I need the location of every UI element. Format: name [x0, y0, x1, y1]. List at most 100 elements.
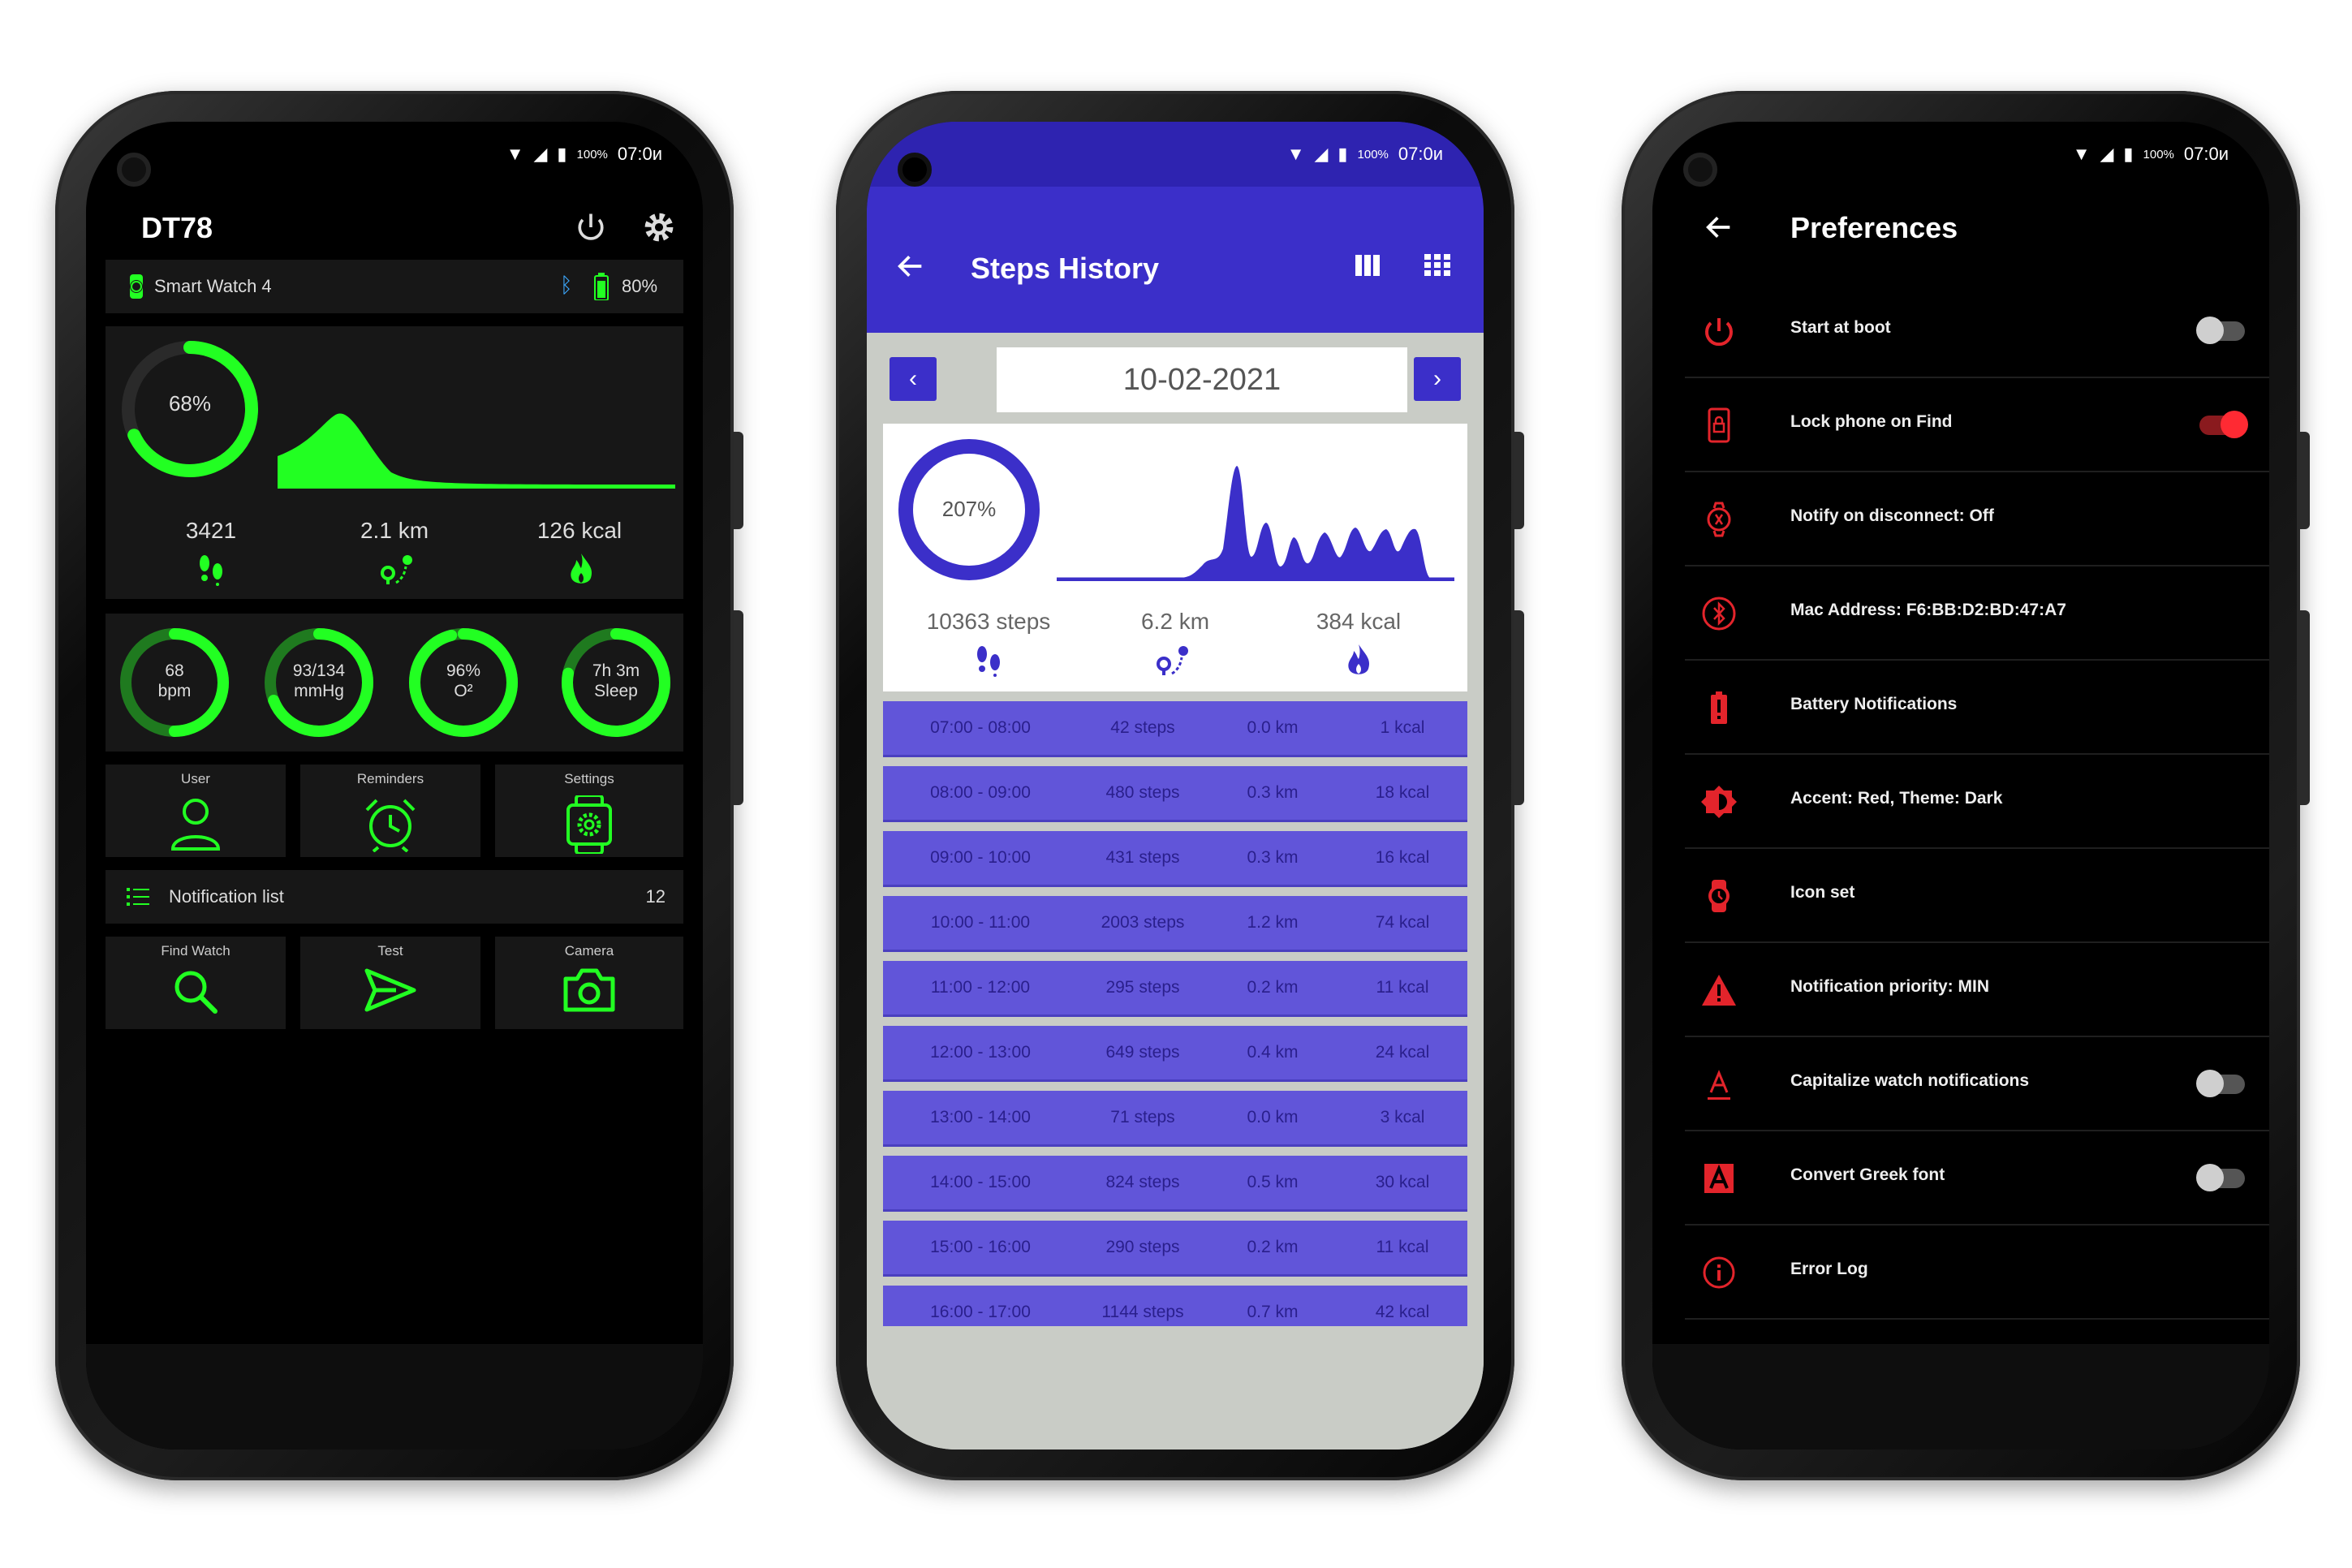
search-icon: [174, 971, 218, 1014]
preference-item-font[interactable]: Convert Greek font: [1685, 1131, 2269, 1226]
row-distance: 0.3 km: [1247, 783, 1299, 802]
row-time: 14:00 - 15:00: [930, 1173, 1031, 1191]
preference-label: Battery Notifications: [1790, 695, 1958, 713]
watch-icon: [130, 274, 143, 299]
lock-phone-icon: [1708, 407, 1730, 443]
table-row[interactable]: 13:00 - 14:00 71 steps 0.0 km 3 kcal: [883, 1091, 1467, 1144]
find-watch-tile-label: Find Watch: [161, 943, 230, 958]
table-row[interactable]: 12:00 - 13:00 649 steps 0.4 km 24 kcal: [883, 1026, 1467, 1079]
steps-activity-graph: [278, 413, 675, 489]
daily-summary-card: 207% 10363 steps 6.2 km 384 kcal: [883, 424, 1467, 691]
theme-icon: [1701, 786, 1737, 818]
row-calories: 11 kcal: [1376, 1238, 1429, 1256]
row-distance: 0.2 km: [1247, 978, 1299, 997]
preference-item-power[interactable]: Start at boot: [1685, 284, 2269, 378]
find-watch-tile[interactable]: Find Watch: [106, 937, 286, 1029]
table-row[interactable]: 09:00 - 10:00 431 steps 0.3 km 16 kcal: [883, 831, 1467, 885]
row-distance: 1.2 km: [1247, 913, 1299, 932]
notification-list-row[interactable]: Notification list 12: [106, 870, 683, 924]
steps-goal-percent: 68%: [168, 391, 212, 416]
next-date-button[interactable]: ›: [1414, 357, 1461, 401]
preference-label: Lock phone on Find: [1790, 412, 1953, 431]
previous-date-button[interactable]: ‹: [890, 357, 937, 401]
app-title: DT78: [141, 211, 213, 244]
row-distance: 0.4 km: [1247, 1043, 1299, 1062]
health-metric-3[interactable]: 7h 3m Sleep: [558, 625, 674, 740]
preference-toggle[interactable]: [2199, 411, 2248, 438]
preference-label: Error Log: [1790, 1260, 1868, 1278]
footsteps-icon: [977, 646, 1000, 677]
battery-icon: ▮: [1338, 144, 1348, 164]
row-time: 15:00 - 16:00: [930, 1238, 1031, 1256]
health-metric-2[interactable]: 96% O²: [406, 625, 521, 740]
clock: 07:0и: [2183, 144, 2229, 164]
grid-view-icon[interactable]: [1424, 253, 1451, 278]
flame-icon: [1348, 644, 1370, 674]
power-icon: [1705, 318, 1733, 347]
user-tile[interactable]: User: [106, 765, 286, 857]
front-camera: [1683, 153, 1717, 187]
table-row[interactable]: 14:00 - 15:00 824 steps 0.5 km 30 kcal: [883, 1156, 1467, 1209]
wifi-icon: ▼: [506, 144, 524, 164]
gear-icon[interactable]: [641, 209, 677, 245]
camera-tile[interactable]: Camera: [495, 937, 683, 1029]
test-tile[interactable]: Test: [300, 937, 480, 1029]
preference-toggle[interactable]: [2196, 317, 2245, 344]
preference-item-info[interactable]: Error Log: [1685, 1226, 2269, 1320]
preference-label: Convert Greek font: [1790, 1165, 1945, 1184]
preference-item-theme[interactable]: Accent: Red, Theme: Dark: [1685, 755, 2269, 849]
table-row[interactable]: 08:00 - 09:00 480 steps 0.3 km 18 kcal: [883, 766, 1467, 820]
screen-title: Steps History: [971, 252, 1160, 285]
row-calories: 30 kcal: [1375, 1173, 1430, 1191]
preference-item-watch-disconnect[interactable]: Notify on disconnect: Off: [1685, 472, 2269, 566]
row-calories: 24 kcal: [1375, 1043, 1430, 1062]
preference-label: Start at boot: [1790, 318, 1891, 337]
navigation-bar: [86, 1344, 703, 1450]
reminders-tile[interactable]: Reminders: [300, 765, 480, 857]
health-metric-1[interactable]: 93/134 mmHg: [261, 625, 377, 740]
activity-card[interactable]: 68% 3421 2.1 km 126 kcal: [106, 326, 683, 599]
row-time: 07:00 - 08:00: [930, 718, 1031, 737]
signal-icon: ◢: [2100, 144, 2114, 164]
table-row[interactable]: 11:00 - 12:00 295 steps 0.2 km 11 kcal: [883, 961, 1467, 1014]
wifi-icon: ▼: [2072, 144, 2091, 164]
battery-percent: 100%: [1357, 147, 1389, 162]
chevron-right-icon: ›: [1433, 365, 1441, 392]
health-card[interactable]: 68 bpm 93/134 mmHg 96% O² 7h 3m Sleep: [106, 614, 683, 752]
clock: 07:0и: [1398, 144, 1443, 164]
device-card[interactable]: Smart Watch 4 ᛒ 80%: [106, 260, 683, 313]
bar-view-icon[interactable]: [1354, 253, 1381, 278]
preference-item-lock-phone[interactable]: Lock phone on Find: [1685, 378, 2269, 472]
preference-item-bluetooth[interactable]: Mac Address: F6:BB:D2:BD:47:A7: [1685, 566, 2269, 661]
watch-icon: [1708, 880, 1730, 912]
table-row[interactable]: 07:00 - 08:00 42 steps 0.0 km 1 kcal: [883, 701, 1467, 755]
table-row[interactable]: 15:00 - 16:00 290 steps 0.2 km 11 kcal: [883, 1221, 1467, 1274]
preference-item-warning[interactable]: Notification priority: MIN: [1685, 943, 2269, 1037]
preference-toggle[interactable]: [2196, 1164, 2245, 1191]
health-metric-0[interactable]: 68 bpm: [117, 625, 232, 740]
preference-item-text[interactable]: Capitalize watch notifications: [1685, 1037, 2269, 1131]
text-icon: [1708, 1070, 1730, 1100]
back-arrow-icon[interactable]: [1703, 211, 1735, 243]
row-time: 12:00 - 13:00: [930, 1043, 1031, 1062]
row-time: 08:00 - 09:00: [930, 783, 1031, 802]
battery-icon: ▮: [2123, 144, 2134, 164]
table-row[interactable]: 10:00 - 11:00 2003 steps 1.2 km 74 kcal: [883, 896, 1467, 950]
camera-icon: [563, 968, 615, 1012]
user-tile-label: User: [181, 771, 210, 786]
hourly-steps-list[interactable]: 07:00 - 08:00 42 steps 0.0 km 1 kcal 08:00 -…: [883, 701, 1467, 1432]
preference-label: Notification priority: MIN: [1790, 977, 1989, 996]
back-arrow-icon[interactable]: [894, 250, 927, 282]
health-value: 7h 3m: [592, 661, 640, 680]
date-display[interactable]: 10-02-2021: [997, 347, 1407, 412]
power-icon[interactable]: [573, 209, 609, 245]
row-calories: 42 kcal: [1375, 1303, 1430, 1321]
preference-item-battery-alert[interactable]: Battery Notifications: [1685, 661, 2269, 755]
row-steps: 649 steps: [1105, 1043, 1180, 1062]
row-steps: 1144 steps: [1101, 1303, 1184, 1321]
steps-history-screen: ▼ ◢ ▮ 100% 07:0и Steps History ‹ 10-02-2…: [867, 122, 1484, 1450]
preference-label: Accent: Red, Theme: Dark: [1790, 789, 2003, 808]
preference-toggle[interactable]: [2196, 1070, 2245, 1097]
preference-item-watch[interactable]: Icon set: [1685, 849, 2269, 943]
settings-tile[interactable]: Settings: [495, 765, 683, 857]
